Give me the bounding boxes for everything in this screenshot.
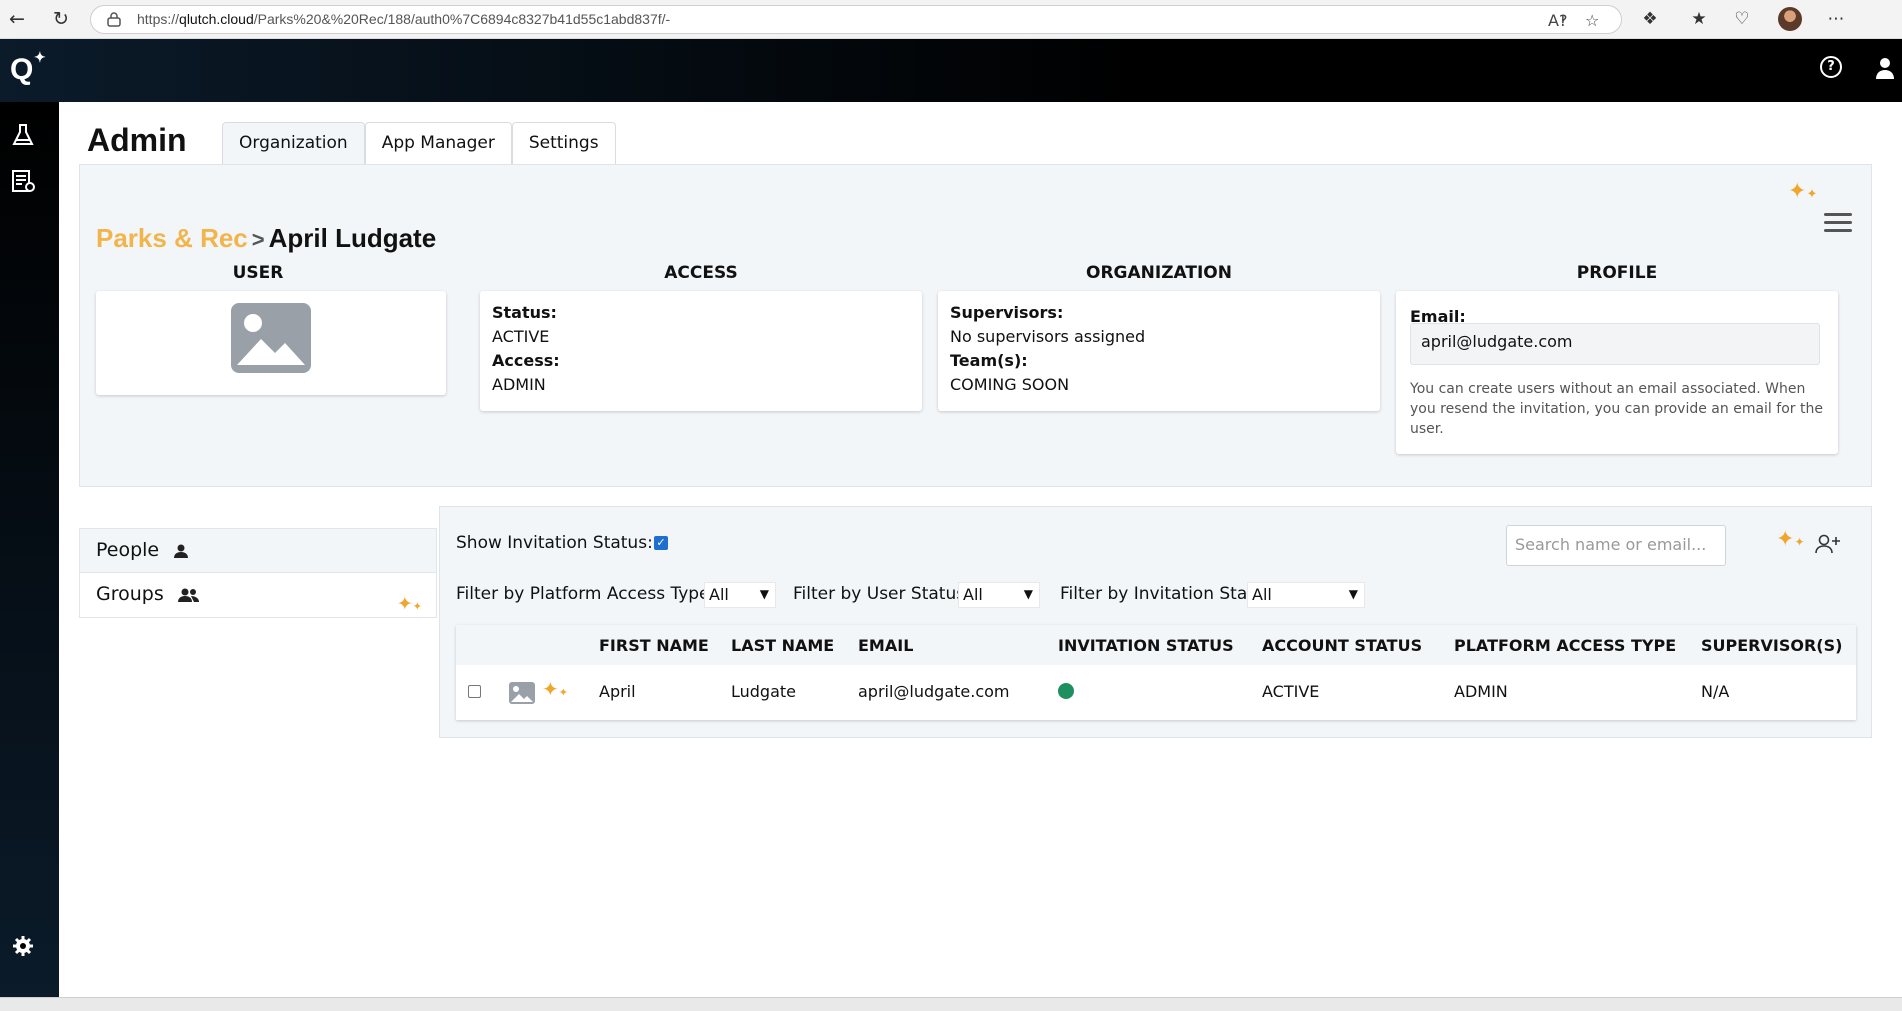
back-icon[interactable]: ← [6,8,28,30]
chevron-down-icon: ▼ [1023,587,1033,601]
favorite-icon[interactable]: ☆ [1585,11,1599,30]
app-topbar: Q ✦ ? [0,39,1902,102]
gear-icon[interactable] [12,935,34,957]
access-value: ADMIN [492,375,546,394]
filter-user-status-label: Filter by User Status: [793,584,971,604]
tab-groups[interactable]: Groups ✦✦ [79,573,437,618]
more-icon[interactable]: ⋯ [1825,8,1847,30]
supervisors-label: Supervisors: [950,303,1064,322]
header-first-name[interactable]: FIRST NAME [599,636,709,655]
header-account-status[interactable]: ACCOUNT STATUS [1262,636,1422,655]
logo-sparkle-icon: ✦ [34,49,46,65]
help-icon[interactable]: ? [1820,56,1842,78]
access-label: Access: [492,351,560,370]
sparkle-icon[interactable]: ✦✦ [1776,527,1805,552]
lock-icon [107,12,121,27]
header-invitation-status[interactable]: INVITATION STATUS [1058,636,1234,655]
person-icon [174,544,189,558]
email-field[interactable]: april@ludgate.com [1410,323,1820,365]
header-email[interactable]: EMAIL [858,636,913,655]
filter-access-select[interactable]: All ▼ [704,582,776,608]
cell-account-status: ACTIVE [1262,682,1320,701]
hamburger-icon[interactable] [1824,213,1852,233]
breadcrumb-separator: > [251,227,265,252]
profile-card: Email: april@ludgate.com You can create … [1396,291,1838,454]
organization-column-title: ORGANIZATION [1086,263,1232,283]
filter-invitation-select[interactable]: All ▼ [1247,582,1365,608]
teams-value: COMING SOON [950,375,1070,394]
tab-app-manager[interactable]: App Manager [364,122,512,164]
sparkle-icon[interactable]: ✦✦ [542,677,568,701]
header-supervisors[interactable]: SUPERVISOR(S) [1701,636,1842,655]
user-detail-panel: ✦✦ Parks & Rec > April Ludgate USER ACCESS… [79,164,1872,487]
app-logo[interactable]: Q ✦ [10,49,50,87]
people-panel: Show Invitation Status: ✓ Search name or… [439,506,1872,738]
breadcrumb-user: April Ludgate [268,223,437,253]
tab-people[interactable]: People [79,528,437,573]
breadcrumb: Parks & Rec > April Ludgate [96,223,436,254]
show-invitation-checkbox[interactable]: ✓ [654,536,668,550]
group-icon [177,588,199,602]
favorites-icon[interactable]: ★ [1688,8,1710,30]
add-user-icon[interactable] [1815,534,1841,554]
cell-platform-access: ADMIN [1454,682,1508,701]
health-icon[interactable]: ♡ [1731,8,1753,30]
address-bar[interactable]: https://qlutch.cloud/Parks%20&%20Rec/188… [90,5,1622,34]
search-input[interactable]: Search name or email... [1506,525,1726,566]
organization-card: Supervisors: No supervisors assigned Tea… [938,291,1380,411]
read-aloud-icon[interactable]: A‽ [1548,11,1567,30]
status-label: Status: [492,303,557,322]
show-invitation-label: Show Invitation Status: [456,533,653,553]
tab-organization[interactable]: Organization [222,122,365,164]
people-table: FIRST NAME LAST NAME EMAIL INVITATION ST… [456,625,1856,720]
tab-groups-label: Groups [96,583,164,605]
url-text: https://qlutch.cloud/Parks%20&%20Rec/188… [137,11,671,27]
cell-email: april@ludgate.com [858,682,1010,701]
cell-supervisors: N/A [1701,682,1730,701]
breadcrumb-org[interactable]: Parks & Rec [96,223,248,253]
sparkle-icon[interactable]: ✦✦ [397,583,422,628]
flask-icon[interactable] [10,122,36,148]
header-last-name[interactable]: LAST NAME [731,636,834,655]
access-column-title: ACCESS [664,263,738,283]
image-placeholder-icon [231,303,311,373]
refresh-icon[interactable]: ↻ [50,8,72,30]
page-title: Admin [87,122,187,158]
header-platform-access[interactable]: PLATFORM ACCESS TYPE [1454,636,1676,655]
invitation-status-dot [1058,683,1074,699]
user-icon[interactable] [1874,55,1896,81]
profile-avatar[interactable] [1778,7,1802,31]
profile-column-title: PROFILE [1576,263,1658,283]
os-taskbar [0,997,1902,1011]
admin-tabs: Organization App Manager Settings [222,122,616,164]
tab-people-label: People [96,539,160,561]
browser-toolbar: ← ↻ https://qlutch.cloud/Parks%20&%20Rec… [0,0,1902,39]
chevron-down-icon: ▼ [759,587,769,601]
left-sidebar [0,102,59,997]
sparkle-icon[interactable]: ✦✦ [1788,179,1817,204]
cell-last-name: Ludgate [731,682,797,701]
supervisors-value: No supervisors assigned [950,327,1146,346]
image-placeholder-icon [509,682,535,704]
main-content: Admin Organization App Manager Settings … [59,102,1902,997]
email-help-text: You can create users without an email as… [1410,381,1823,437]
user-card [96,291,446,395]
filter-user-status-select[interactable]: All ▼ [958,582,1040,608]
access-card: Status: ACTIVE Access: ADMIN [480,291,922,411]
tab-settings[interactable]: Settings [511,122,616,164]
row-checkbox[interactable] [468,685,481,698]
chevron-down-icon: ▼ [1348,587,1358,601]
cell-first-name[interactable]: April [599,682,636,701]
extensions-icon[interactable]: ❖ [1639,8,1661,30]
teams-label: Team(s): [950,351,1028,370]
filter-access-label: Filter by Platform Access Type: [456,584,716,604]
table-header: FIRST NAME LAST NAME EMAIL INVITATION ST… [456,625,1856,665]
people-groups-tabs: People Groups ✦✦ [79,528,437,618]
status-value: ACTIVE [492,327,550,346]
report-icon[interactable] [10,168,36,194]
